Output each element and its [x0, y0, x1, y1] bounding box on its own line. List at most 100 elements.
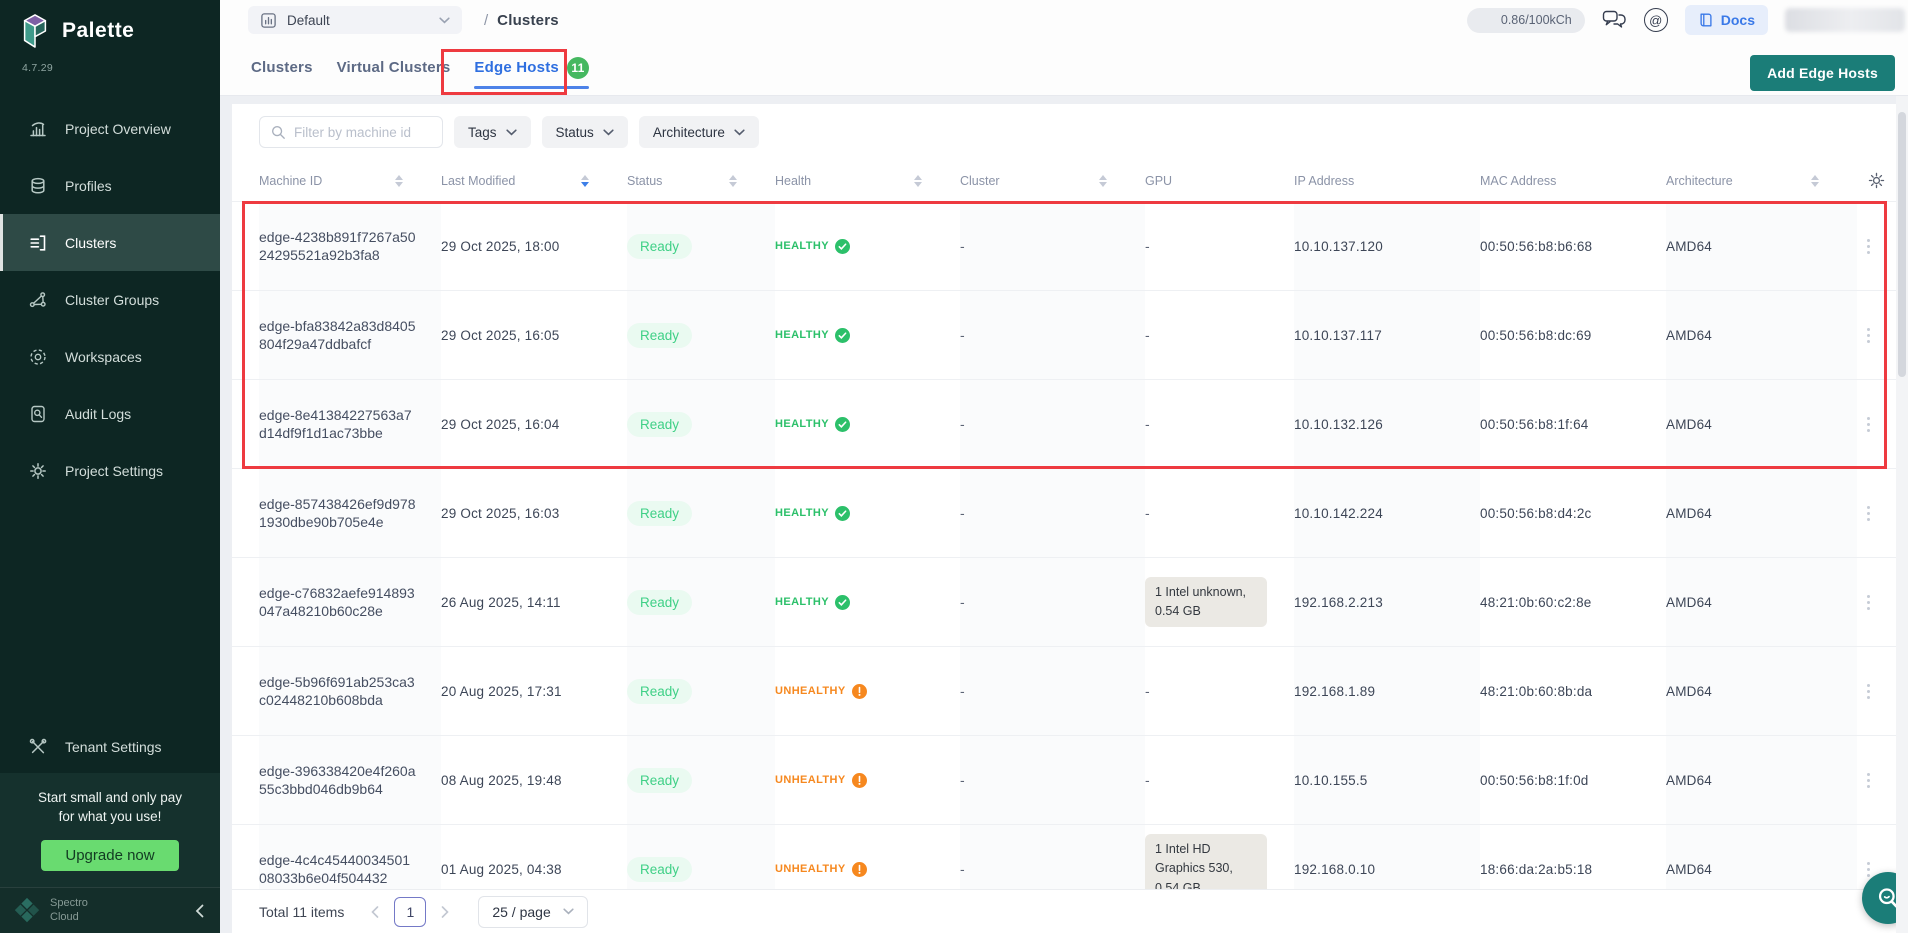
project-selector[interactable]: Default: [248, 6, 462, 34]
sidebar-item-project-overview[interactable]: Project Overview: [0, 100, 220, 157]
cell-status: Ready: [627, 558, 775, 646]
sidebar-item-cluster-groups[interactable]: Cluster Groups: [0, 271, 220, 328]
tab-label: Edge Hosts: [474, 59, 559, 76]
table-row[interactable]: edge-857438426ef9d9781930dbe90b705e4e 29 …: [232, 469, 1896, 558]
filter-bar: Tags Status Architecture: [232, 104, 1896, 160]
table-header: Machine IDLast ModifiedStatusHealthClust…: [232, 160, 1896, 202]
mac-address-text: 18:66:da:2a:b5:18: [1480, 862, 1592, 877]
sort-toggle[interactable]: [581, 175, 589, 187]
cell-machine-id: edge-857438426ef9d9781930dbe90b705e4e: [259, 469, 441, 557]
column-label: GPU: [1145, 174, 1172, 188]
mention-button[interactable]: @: [1644, 8, 1668, 32]
chat-button[interactable]: [1602, 10, 1627, 30]
search-input[interactable]: [294, 125, 432, 140]
filter-dropdowns: Tags Status Architecture: [454, 116, 759, 148]
tab-label: Virtual Clusters: [337, 59, 451, 76]
table-row[interactable]: edge-8e41384227563a7d14df9f1d1ac73bbe29 …: [232, 380, 1896, 469]
architecture-filter-button[interactable]: Architecture: [639, 116, 759, 148]
tab-edge-hosts[interactable]: Edge Hosts11: [474, 40, 589, 95]
tab-virtual-clusters[interactable]: Virtual Clusters: [337, 40, 451, 95]
filter-label: Tags: [468, 125, 497, 140]
tools-icon: [28, 737, 48, 757]
table-row[interactable]: edge-4c4c4544003450108033b6e04f50443201 …: [232, 825, 1896, 889]
last-modified-text: 26 Aug 2025, 14:11: [441, 595, 561, 610]
architecture-text: AMD64: [1666, 862, 1712, 877]
scrollbar-thumb[interactable]: [1898, 112, 1906, 377]
table-row[interactable]: edge-5b96f691ab253ca3c02448210b608bda20 …: [232, 647, 1896, 736]
column-header-health[interactable]: Health: [775, 160, 960, 201]
cell-last-modified: 29 Oct 2025, 16:04: [441, 380, 627, 468]
sidebar-item-tenant-settings[interactable]: Tenant Settings: [0, 721, 220, 773]
cell-architecture: AMD64: [1666, 469, 1857, 557]
status-filter-button[interactable]: Status: [542, 116, 628, 148]
table-row[interactable]: edge-c76832aefe914893047a48210b60c28e26 …: [232, 558, 1896, 647]
sidebar-item-label: Profiles: [65, 178, 112, 194]
table-row[interactable]: edge-4238b891f7267a5024295521a92b3fa829 …: [232, 202, 1896, 291]
sort-toggle[interactable]: [729, 175, 737, 187]
brand-bar: Spectro Cloud: [0, 887, 220, 933]
ip-address-text: 192.168.1.89: [1294, 684, 1375, 699]
healthy-check-icon: [835, 595, 850, 610]
cell-gpu: -: [1145, 202, 1294, 290]
sidebar-item-label: Clusters: [65, 235, 116, 251]
sidebar-item-workspaces[interactable]: Workspaces: [0, 328, 220, 385]
dot: [1867, 862, 1870, 865]
column-header-architecture[interactable]: Architecture: [1666, 160, 1857, 201]
tags-filter-button[interactable]: Tags: [454, 116, 531, 148]
healthy-check-icon: [835, 417, 850, 432]
dot: [1867, 251, 1870, 254]
row-menu-button[interactable]: [1861, 767, 1876, 794]
sidebar-collapse-button[interactable]: [195, 904, 204, 918]
dot: [1867, 684, 1870, 687]
health-badge: HEALTHY: [775, 595, 850, 610]
cell-actions: [1857, 202, 1896, 290]
sort-asc-caret: [395, 175, 403, 180]
machine-id-text: edge-396338420e4f260a55c3bbd046db9b64: [259, 762, 417, 799]
sort-toggle[interactable]: [1099, 175, 1107, 187]
row-menu-button[interactable]: [1861, 500, 1876, 527]
docs-button[interactable]: Docs: [1685, 5, 1768, 35]
column-header-cluster[interactable]: Cluster: [960, 160, 1145, 201]
table-row[interactable]: edge-396338420e4f260a55c3bbd046db9b6408 …: [232, 736, 1896, 825]
table-row[interactable]: edge-bfa83842a83d8405804f29a47ddbafcf29 …: [232, 291, 1896, 380]
sidebar-item-label: Workspaces: [65, 349, 142, 365]
next-page-button[interactable]: [441, 906, 449, 918]
cell-architecture: AMD64: [1666, 825, 1857, 889]
row-menu-button[interactable]: [1861, 411, 1876, 438]
sidebar-item-clusters[interactable]: Clusters: [0, 214, 220, 271]
row-menu-button[interactable]: [1861, 678, 1876, 705]
sort-toggle[interactable]: [395, 175, 403, 187]
cell-last-modified: 29 Oct 2025, 16:03: [441, 469, 627, 557]
sidebar-item-profiles[interactable]: Profiles: [0, 157, 220, 214]
health-badge: HEALTHY: [775, 328, 850, 343]
healthy-check-icon: [835, 328, 850, 343]
breadcrumb-current[interactable]: Clusters: [497, 12, 559, 29]
topbar-right: 0.86/100kCh @ Doc: [1467, 5, 1908, 35]
column-header-machine-id[interactable]: Machine ID: [259, 160, 441, 201]
column-settings-button[interactable]: [1867, 171, 1886, 190]
topbar: Default / Clusters 0.86/100kCh: [220, 0, 1908, 40]
sort-asc-caret: [729, 175, 737, 180]
sort-toggle[interactable]: [914, 175, 922, 187]
machine-id-text: edge-857438426ef9d9781930dbe90b705e4e: [259, 495, 417, 532]
page-size-select[interactable]: 25 / page: [478, 896, 587, 928]
sidebar-item-project-settings[interactable]: Project Settings: [0, 442, 220, 499]
tab-clusters[interactable]: Clusters: [251, 40, 313, 95]
previous-page-button[interactable]: [371, 906, 379, 918]
upgrade-now-button[interactable]: Upgrade now: [41, 840, 178, 871]
row-menu-button[interactable]: [1861, 589, 1876, 616]
add-edge-hosts-button[interactable]: Add Edge Hosts: [1750, 55, 1895, 91]
row-menu-button[interactable]: [1861, 322, 1876, 349]
column-header-status[interactable]: Status: [627, 160, 775, 201]
current-page-button[interactable]: 1: [394, 897, 426, 927]
healthy-check-icon: [835, 506, 850, 521]
sort-toggle[interactable]: [1811, 175, 1819, 187]
dot: [1867, 696, 1870, 699]
sidebar-item-audit-logs[interactable]: Audit Logs: [0, 385, 220, 442]
row-menu-button[interactable]: [1861, 233, 1876, 260]
gpu-text: -: [1145, 683, 1150, 699]
total-items-label: Total 11 items: [259, 904, 344, 920]
column-header-last-modified[interactable]: Last Modified: [441, 160, 627, 201]
gear-icon: [28, 461, 48, 481]
vertical-scrollbar[interactable]: [1896, 96, 1908, 933]
